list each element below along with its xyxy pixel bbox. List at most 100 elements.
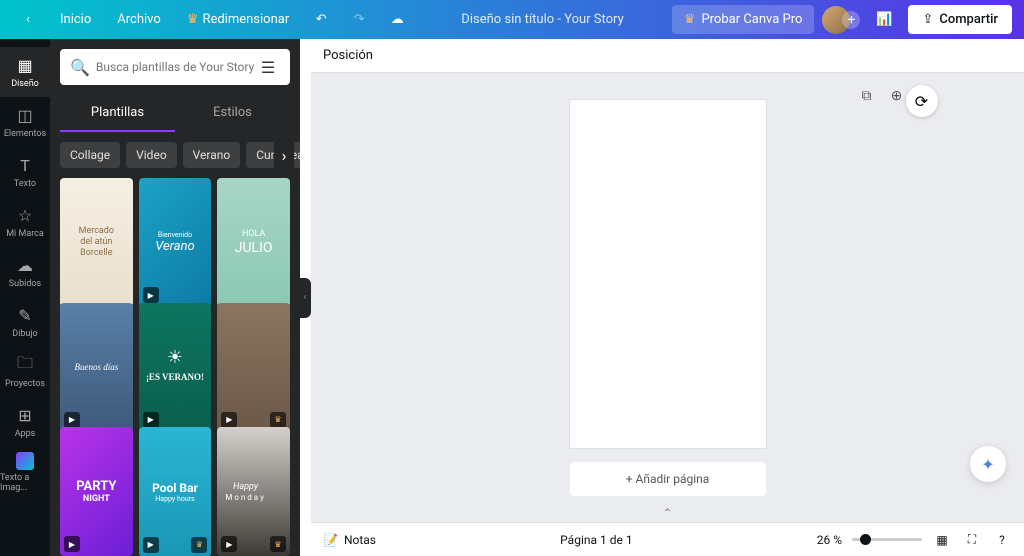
projects-icon: 🗀: [15, 356, 35, 376]
rail-apps[interactable]: ⊞ Apps: [0, 397, 50, 447]
regenerate-button[interactable]: ⟳: [906, 85, 938, 117]
page-indicator[interactable]: Página 1 de 1: [560, 533, 632, 547]
search-input[interactable]: [96, 60, 256, 74]
zoom-thumb[interactable]: [860, 534, 871, 545]
filter-button[interactable]: ☰: [256, 58, 280, 77]
canvas-toolbar: Posición: [311, 39, 1024, 73]
search-box: 🔍 ☰: [60, 49, 290, 85]
rail-brand-label: Mi Marca: [6, 229, 44, 239]
rail-brand[interactable]: ☆ Mi Marca: [0, 197, 50, 247]
top-left-group: ‹ Inicio Archivo ♛ Redimensionar ↶ ↷ ☁: [12, 4, 413, 36]
chevron-right-icon: ›: [282, 146, 287, 165]
template-card[interactable]: Buenos días ▶: [60, 303, 133, 432]
fullscreen-icon: ⛶: [968, 532, 976, 547]
rail-projects-label: Proyectos: [5, 379, 45, 389]
draw-icon: ✎: [15, 306, 35, 326]
zoom-slider[interactable]: [852, 538, 922, 541]
templates-grid: Mercadodel atúnBorcelle BienvenidoVerano…: [50, 178, 300, 556]
position-button[interactable]: Posición: [323, 48, 373, 63]
grid-view-button[interactable]: ▦: [932, 530, 952, 550]
notes-button[interactable]: 📝 Notas: [323, 533, 376, 547]
crown-icon: ♛: [270, 536, 286, 552]
panel-collapse-handle[interactable]: ‹: [299, 278, 311, 318]
tab-styles[interactable]: Estilos: [175, 95, 290, 132]
add-page-button[interactable]: ⊕: [886, 85, 908, 107]
document-title[interactable]: Diseño sin título - Your Story: [461, 12, 623, 27]
home-button[interactable]: Inicio: [50, 6, 101, 33]
add-member-button[interactable]: +: [842, 11, 860, 29]
sliders-icon: ☰: [261, 58, 275, 77]
left-rail: ▦ Diseño ◫ Elementos T Texto ☆ Mi Marca …: [0, 39, 50, 556]
rail-draw[interactable]: ✎ Dibujo: [0, 297, 50, 347]
zoom-value[interactable]: 26 %: [817, 533, 842, 547]
play-icon: ▶: [221, 412, 237, 428]
position-label: Posición: [323, 48, 373, 63]
chevron-left-icon: ‹: [26, 12, 30, 27]
undo-button[interactable]: ↶: [305, 4, 337, 36]
help-button[interactable]: ?: [992, 530, 1012, 550]
crown-icon: ♛: [270, 412, 286, 428]
chip-verano[interactable]: Verano: [183, 142, 241, 168]
rail-elements[interactable]: ◫ Elementos: [0, 97, 50, 147]
template-card[interactable]: HOLAJULIO: [217, 178, 290, 307]
chip-collage[interactable]: Collage: [60, 142, 120, 168]
rail-projects[interactable]: 🗀 Proyectos: [0, 347, 50, 397]
rail-text[interactable]: T Texto: [0, 147, 50, 197]
tab-styles-label: Estilos: [213, 105, 252, 120]
elements-icon: ◫: [15, 106, 35, 126]
play-icon: ▶: [143, 412, 159, 428]
top-center: Diseño sin título - Your Story: [413, 12, 672, 27]
rail-uploads-label: Subidos: [9, 279, 41, 289]
bottom-bar: 📝 Notas Página 1 de 1 26 % ▦ ⛶ ?: [311, 522, 1024, 556]
add-page-bar[interactable]: + Añadir página: [570, 462, 766, 496]
template-card[interactable]: Mercadodel atúnBorcelle: [60, 178, 133, 307]
add-page-icon: ⊕: [891, 88, 903, 104]
file-menu[interactable]: Archivo: [107, 6, 171, 33]
crown-icon: ♛: [187, 12, 199, 27]
try-pro-button[interactable]: ♛ Probar Canva Pro: [672, 5, 815, 34]
rail-design[interactable]: ▦ Diseño: [0, 47, 50, 97]
file-label: Archivo: [117, 12, 161, 27]
text-to-image-icon: [16, 452, 34, 470]
rail-text-to-image-label: Texto a Imag...: [0, 473, 50, 493]
canvas-viewport[interactable]: ⧉ ⊕ ⟳ + Añadir página ⌃ ✦: [311, 73, 1024, 522]
template-card[interactable]: BienvenidoVerano ▶: [139, 178, 212, 307]
template-card[interactable]: ▶ ♛: [217, 303, 290, 432]
uploads-icon: ☁: [15, 256, 35, 276]
fullscreen-button[interactable]: ⛶: [962, 530, 982, 550]
top-right-group: ♛ Probar Canva Pro + 📊 ⇪ Compartir: [672, 4, 1012, 36]
rail-text-to-image[interactable]: Texto a Imag...: [0, 447, 50, 497]
rail-text-label: Texto: [14, 179, 36, 189]
plus-icon: +: [847, 12, 855, 28]
duplicate-page-button[interactable]: ⧉: [856, 85, 878, 107]
chart-icon: 📊: [876, 12, 892, 27]
canvas-page[interactable]: [570, 100, 766, 448]
template-card[interactable]: PARTYNIGHT ▶: [60, 427, 133, 556]
redo-button[interactable]: ↷: [343, 4, 375, 36]
share-button[interactable]: ⇪ Compartir: [908, 5, 1012, 34]
cloud-sync-button[interactable]: ☁: [381, 4, 413, 36]
ai-assistant-button[interactable]: ✦: [970, 446, 1006, 482]
template-card[interactable]: HappyMonday ▶ ♛: [217, 427, 290, 556]
chip-video[interactable]: Video: [126, 142, 177, 168]
chips-scroll-right[interactable]: ›: [274, 141, 294, 169]
bottom-right: 26 % ▦ ⛶ ?: [817, 530, 1012, 550]
template-card[interactable]: Pool BarHappy hours ▶ ♛: [139, 427, 212, 556]
resize-button[interactable]: ♛ Redimensionar: [177, 6, 299, 33]
template-card[interactable]: ☀ ¡ES VERANO! ▶: [139, 303, 212, 432]
share-label: Compartir: [939, 12, 998, 27]
text-icon: T: [15, 156, 35, 176]
tab-templates[interactable]: Plantillas: [60, 95, 175, 132]
notes-icon: 📝: [323, 533, 338, 547]
pages-drawer-toggle[interactable]: ⌃: [662, 506, 672, 520]
home-label: Inicio: [60, 12, 91, 27]
help-icon: ?: [999, 533, 1005, 547]
page-controls: ⧉ ⊕: [856, 85, 908, 107]
rail-draw-label: Dibujo: [12, 329, 37, 339]
rail-elements-label: Elementos: [4, 129, 46, 139]
analytics-button[interactable]: 📊: [868, 4, 900, 36]
apps-icon: ⊞: [15, 406, 35, 426]
play-icon: ▶: [64, 536, 80, 552]
rail-uploads[interactable]: ☁ Subidos: [0, 247, 50, 297]
back-button[interactable]: ‹: [12, 4, 44, 36]
